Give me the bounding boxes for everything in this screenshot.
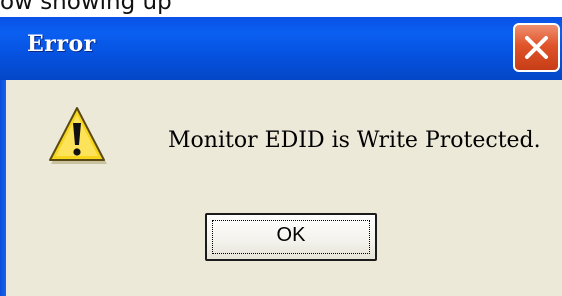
- screenshot-stage: ow showing up" Error Monitor EDID is Wri…: [0, 0, 562, 296]
- close-button[interactable]: [513, 23, 560, 72]
- ok-button[interactable]: OK: [205, 213, 377, 261]
- warning-icon: [49, 107, 107, 164]
- window-frame-left: [0, 80, 6, 296]
- close-icon: [525, 36, 548, 59]
- dialog-titlebar[interactable]: Error: [0, 17, 562, 80]
- dialog-title: Error: [27, 31, 96, 57]
- background-page-text: ow showing up": [0, 0, 183, 15]
- error-message: Monitor EDID is Write Protected.: [168, 128, 541, 153]
- ok-button-label: OK: [276, 224, 306, 246]
- error-dialog: Error Monitor EDID is Write Protected. O…: [0, 17, 562, 296]
